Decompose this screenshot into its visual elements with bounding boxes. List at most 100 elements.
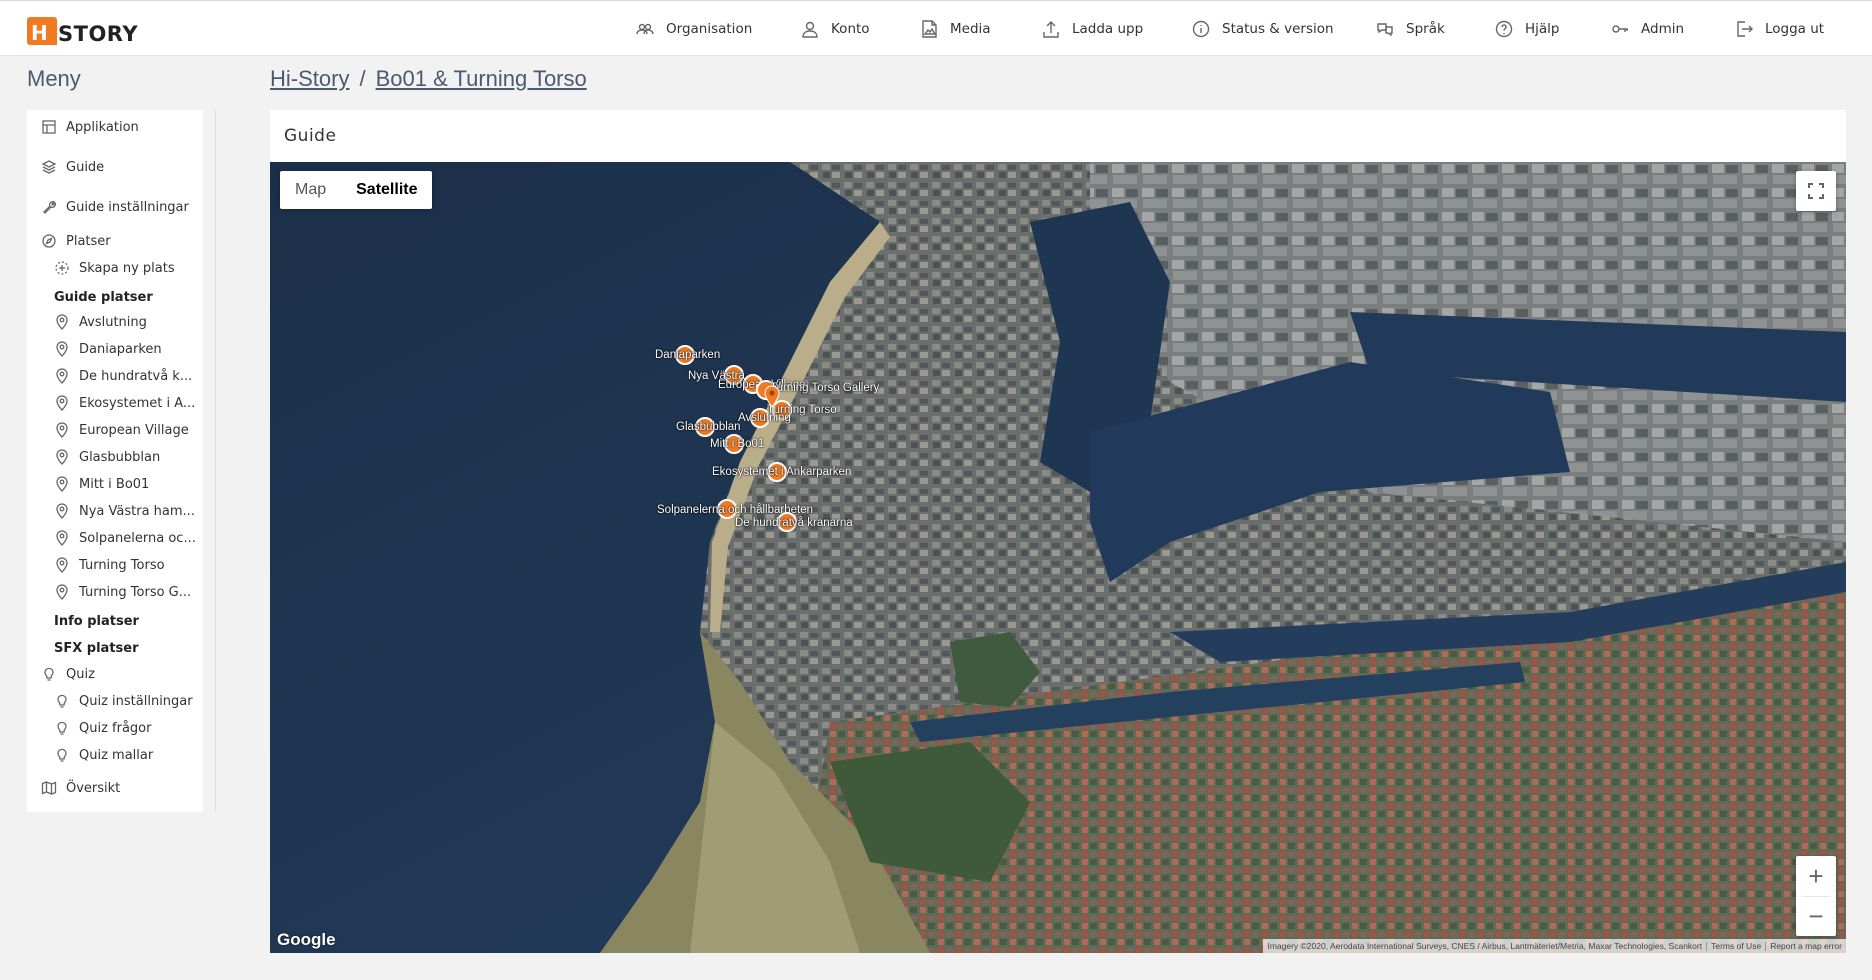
sidebar-item-label: Turning Torso G... <box>79 584 192 600</box>
logo-text: STORY <box>58 22 139 46</box>
breadcrumb-root-link[interactable]: Hi-Story <box>270 66 349 92</box>
sidebar-place-item[interactable]: Daniaparken <box>54 341 162 357</box>
menu-title: Meny <box>27 66 81 91</box>
nav-ladda-upp[interactable]: Ladda upp <box>1040 1 1143 57</box>
sidebar-item-guide-settings[interactable]: Guide inställningar <box>41 199 189 215</box>
sidebar-place-item[interactable]: Nya Västra ham... <box>54 503 195 519</box>
breadcrumb-current-link[interactable]: Bo01 & Turning Torso <box>376 66 587 92</box>
zoom-in-button[interactable]: + <box>1796 856 1836 896</box>
nav-ladda-upp-label: Ladda upp <box>1072 21 1144 37</box>
marker-label: De hundratvå kranarna <box>735 517 853 529</box>
key-icon <box>1609 18 1631 40</box>
hi-story-logo[interactable]: STORY <box>27 13 138 45</box>
guide-places-heading[interactable]: Guide platser <box>54 290 153 305</box>
breadcrumb: Hi-Story / Bo01 & Turning Torso <box>270 66 587 92</box>
location-pin-icon <box>56 395 68 411</box>
google-logo[interactable]: Google <box>277 930 336 950</box>
sidebar-place-item[interactable]: Avslutning <box>54 314 147 330</box>
sfx-places-heading[interactable]: SFX platser <box>54 641 139 656</box>
sidebar-item-applikation[interactable]: Applikation <box>41 119 139 135</box>
nav-status-version[interactable]: Status & version <box>1190 1 1334 57</box>
sidebar-place-item[interactable]: Turning Torso <box>54 557 165 573</box>
map-type-map-button[interactable]: Map <box>280 171 341 209</box>
sidebar-item-create-place[interactable]: Skapa ny plats <box>54 260 175 276</box>
sidebar-item-quiz-settings[interactable]: Quiz inställningar <box>54 693 193 709</box>
sidebar-item-label: Guide inställningar <box>66 199 189 215</box>
upload-icon <box>1040 18 1062 40</box>
map-type-control: Map Satellite <box>280 171 433 209</box>
satellite-map[interactable]: Daniaparken Nya Västra European Village … <box>270 162 1846 953</box>
nav-sprak[interactable]: Språk <box>1374 1 1445 57</box>
sidebar-item-quiz-templates[interactable]: Quiz mallar <box>54 747 153 763</box>
location-pin-icon <box>56 422 68 438</box>
info-places-heading[interactable]: Info platser <box>54 614 139 629</box>
terms-of-use-link[interactable]: Terms of Use <box>1711 941 1761 951</box>
sidebar-item-label: Nya Västra ham... <box>79 503 195 519</box>
attribution-text: Imagery ©2020, Aerodata International Su… <box>1267 941 1703 951</box>
map-type-satellite-button[interactable]: Satellite <box>341 171 432 209</box>
report-map-error-link[interactable]: Report a map error <box>1770 941 1842 951</box>
nav-organisation[interactable]: Organisation <box>634 1 752 57</box>
nav-admin[interactable]: Admin <box>1609 1 1684 57</box>
sidebar-place-item[interactable]: Mitt i Bo01 <box>54 476 149 492</box>
sidebar-place-item[interactable]: Glasbubblan <box>54 449 160 465</box>
map-icon <box>41 781 57 795</box>
sidebar-item-label: Quiz mallar <box>79 747 154 763</box>
sidebar-item-guide[interactable]: Guide <box>41 159 104 175</box>
fullscreen-button[interactable] <box>1796 171 1836 211</box>
location-pin-icon <box>56 314 68 330</box>
sidebar: Applikation Guide Guide inställningar Pl… <box>27 110 216 812</box>
sidebar-item-platser[interactable]: Platser <box>41 233 111 249</box>
sidebar-item-label: Mitt i Bo01 <box>79 476 150 492</box>
location-pin-icon <box>56 341 68 357</box>
sidebar-item-quiz-questions[interactable]: Quiz frågor <box>54 720 151 736</box>
nav-konto[interactable]: Konto <box>799 1 870 57</box>
wrench-icon <box>43 201 56 214</box>
sidebar-item-overview[interactable]: Översikt <box>41 780 120 796</box>
sidebar-item-label: Glasbubblan <box>79 449 161 465</box>
marker-label: Daniaparken <box>655 349 721 361</box>
sidebar-item-label: Avslutning <box>79 314 147 330</box>
layers-icon <box>41 160 57 174</box>
location-pin-icon <box>56 503 68 519</box>
marker-label: Avslutning <box>738 412 791 424</box>
sidebar-item-label: Applikation <box>66 119 139 135</box>
sidebar-place-item[interactable]: European Village <box>54 422 189 438</box>
user-icon <box>799 18 821 40</box>
zoom-control: + − <box>1796 856 1836 936</box>
nav-media[interactable]: Media <box>918 1 991 57</box>
sidebar-place-item[interactable]: Ekosystemet i A... <box>54 395 195 411</box>
satellite-imagery <box>270 162 1846 953</box>
zoom-out-button[interactable]: − <box>1796 896 1836 936</box>
location-pin-icon <box>56 584 68 600</box>
marker-label: Mitt i Bo01 <box>710 438 765 450</box>
sidebar-item-label: Platser <box>66 233 111 249</box>
sidebar-item-label: Översikt <box>66 780 121 796</box>
image-icon <box>918 18 940 40</box>
people-icon <box>634 18 656 40</box>
location-pin-icon <box>56 557 68 573</box>
map-attribution: Imagery ©2020, Aerodata International Su… <box>1263 939 1846 953</box>
sidebar-item-label: Skapa ny plats <box>79 260 175 276</box>
sidebar-item-label: Quiz <box>66 666 95 682</box>
sidebar-place-item[interactable]: Solpanelerna oc... <box>54 530 196 546</box>
nav-hjalp[interactable]: Hjälp <box>1493 1 1560 57</box>
sidebar-item-quiz[interactable]: Quiz <box>41 666 95 682</box>
sidebar-place-item[interactable]: Turning Torso G... <box>54 584 191 600</box>
sidebar-item-label: Quiz inställningar <box>79 693 193 709</box>
lightbulb-icon <box>57 748 67 762</box>
location-pin-icon <box>56 476 68 492</box>
location-pin-icon <box>56 449 68 465</box>
logo-mark-icon <box>27 17 57 45</box>
app-icon <box>42 120 56 134</box>
nav-sprak-label: Språk <box>1406 21 1445 37</box>
help-icon <box>1493 18 1515 40</box>
fullscreen-icon <box>1808 183 1824 199</box>
nav-logga-ut[interactable]: Logga ut <box>1733 1 1824 57</box>
top-navigation-bar: STORY Organisation Konto Media Ladda upp… <box>0 0 1872 56</box>
sidebar-item-label: Turning Torso <box>79 557 165 573</box>
sidebar-item-label: De hundratvå k... <box>79 368 193 384</box>
sidebar-place-item[interactable]: De hundratvå k... <box>54 368 192 384</box>
map-pin-icon[interactable] <box>764 384 780 408</box>
attribution-separator <box>1765 941 1767 951</box>
